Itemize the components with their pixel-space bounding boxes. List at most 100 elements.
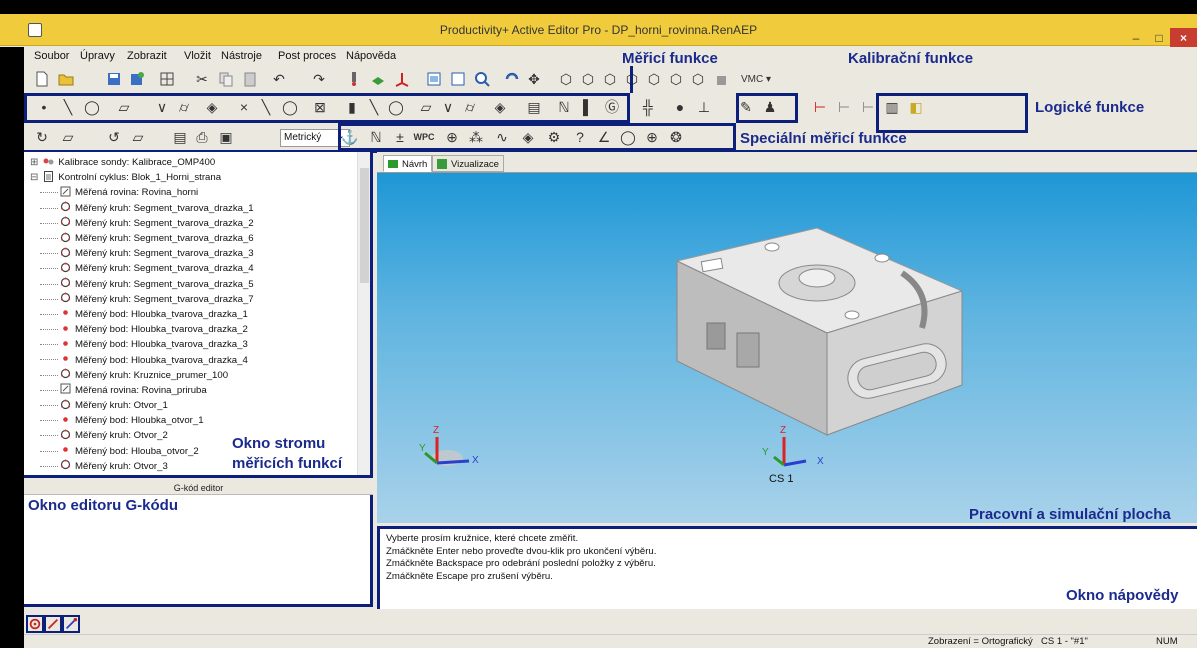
menu-soubor[interactable]: Soubor	[34, 50, 69, 62]
loop-icon[interactable]: ↺	[104, 127, 124, 147]
tree-item-label: Měřený kruh: Segment_tvarova_drazka_2	[75, 217, 254, 229]
circle-icon	[60, 277, 75, 291]
tree-item[interactable]: Měřený kruh: Segment_tvarova_drazka_5	[28, 277, 370, 292]
3d-viewport[interactable]: Z X Y Z X Y CS 1 Pracovní a simulační pl…	[377, 173, 1197, 523]
zoom-window-icon[interactable]	[448, 69, 468, 89]
probe-icon	[43, 156, 58, 170]
tree-item[interactable]: Měřený bod: Hloubka_tvarova_drazka_1	[28, 307, 370, 322]
tree-item[interactable]: Měřený bod: Hloubka_otvor_1	[28, 413, 370, 428]
logic-if-icon[interactable]: ⊢	[810, 97, 830, 117]
menu-post-proces[interactable]: Post proces	[278, 50, 336, 62]
view-iso-6-icon[interactable]: ⬡	[666, 69, 686, 89]
tree-item[interactable]: ⊟ Kontrolní cyklus: Blok_1_Horni_strana	[28, 170, 370, 185]
paste-icon[interactable]	[240, 69, 260, 89]
tree-item-label: Měřený kruh: Segment_tvarova_drazka_1	[75, 202, 254, 214]
vmc-dropdown[interactable]: VMC ▾	[736, 69, 776, 89]
probe-path-icon[interactable]	[44, 615, 62, 633]
menu-napoveda[interactable]: Nápověda	[346, 50, 396, 62]
tree-item-label: Měřený kruh: Segment_tvarova_drazka_6	[75, 233, 254, 245]
tree-scrollbar[interactable]	[357, 152, 370, 475]
tree-item-label: Měřený kruh: Segment_tvarova_drazka_3	[75, 248, 254, 260]
probe-tool-icon[interactable]	[344, 69, 364, 89]
macro-icon[interactable]: ▱	[58, 127, 78, 147]
part-tab-icon	[388, 160, 398, 168]
circle-icon	[60, 429, 75, 443]
maximize-button[interactable]: □	[1148, 28, 1170, 48]
render-mode-icon[interactable]	[712, 69, 732, 89]
tab-navrh[interactable]: Návrh	[383, 155, 433, 172]
tree-item[interactable]: Měřený kruh: Otvor_1	[28, 398, 370, 413]
print-icon[interactable]: ⎙	[192, 127, 212, 147]
cs1-label: CS 1	[769, 473, 794, 485]
tree-item[interactable]: Měřený kruh: Segment_tvarova_drazka_2	[28, 216, 370, 231]
view-iso-1-icon[interactable]: ⬡	[556, 69, 576, 89]
svg-text:X: X	[472, 455, 479, 466]
menu-zobrazit[interactable]: Zobrazit	[127, 50, 167, 62]
logic-end-icon[interactable]: ⊢	[858, 97, 878, 117]
tree-item[interactable]: Měřený kruh: Segment_tvarova_drazka_3	[28, 246, 370, 261]
view-window-icon[interactable]	[424, 69, 444, 89]
menu-vlozit[interactable]: Vložit	[184, 50, 211, 62]
tree-item[interactable]: Měřený bod: Hloubka_tvarova_drazka_2	[28, 322, 370, 337]
tree-item[interactable]: Měřený kruh: Segment_tvarova_drazka_1	[28, 201, 370, 216]
feature-tree-panel: ⊞ Kalibrace sondy: Kalibrace_OMP400 ⊟ Kontr…	[24, 152, 373, 478]
tree-item[interactable]: Měřený bod: Hloubka_tvarova_drazka_3	[28, 337, 370, 352]
view-iso-3-icon[interactable]: ⬡	[600, 69, 620, 89]
save-icon[interactable]	[104, 69, 124, 89]
part-icon[interactable]	[368, 69, 388, 89]
macro-2-icon[interactable]: ▱	[128, 127, 148, 147]
calibration-frame	[736, 93, 798, 123]
view-iso-5-icon[interactable]: ⬡	[644, 69, 664, 89]
close-button[interactable]: ×	[1170, 28, 1197, 48]
refresh-icon[interactable]: ↻	[32, 127, 52, 147]
save-as-icon[interactable]	[127, 69, 147, 89]
transform-icon[interactable]: ╬	[638, 97, 658, 117]
window-title: Productivity+ Active Editor Pro - DP_hor…	[439, 23, 758, 37]
global-axes: Z X Y	[419, 425, 479, 466]
logic-else-icon[interactable]: ⊢	[834, 97, 854, 117]
tree-item[interactable]: Měřená rovina: Rovina_horni	[28, 185, 370, 200]
redo-icon[interactable]: ↷	[309, 69, 329, 89]
tree-item[interactable]: Měřený kruh: Segment_tvarova_drazka_7	[28, 292, 370, 307]
calibrate-tool-icon[interactable]: ⊥	[694, 97, 714, 117]
pan-icon[interactable]: ✥	[524, 69, 544, 89]
view-iso-2-icon[interactable]: ⬡	[578, 69, 598, 89]
tree-item[interactable]: Měřený kruh: Kruznice_prumer_100	[28, 368, 370, 383]
probe-move-icon[interactable]	[62, 615, 80, 633]
rotate-icon[interactable]	[502, 69, 522, 89]
minimize-button[interactable]: –	[1125, 28, 1147, 48]
tree-item[interactable]: Měřená rovina: Rovina_priruba	[28, 383, 370, 398]
calibrate-probe-icon[interactable]: ●	[670, 97, 690, 117]
tree-item[interactable]: ⊞ Kalibrace sondy: Kalibrace_OMP400	[28, 155, 370, 170]
tree-item-label: Měřený bod: Hloubka_tvarova_drazka_1	[75, 308, 248, 320]
menu-upravy[interactable]: Úpravy	[80, 50, 115, 62]
document-icon	[43, 170, 58, 185]
target-probe-icon[interactable]	[26, 615, 44, 633]
grid-icon[interactable]	[157, 69, 177, 89]
new-file-icon[interactable]	[32, 69, 52, 89]
svg-text:Z: Z	[433, 425, 439, 436]
annotation-logic-functions: Logické funkce	[1035, 99, 1145, 116]
tree-item-label: Měřený bod: Hloubka_otvor_1	[75, 415, 204, 427]
tree-scroll-thumb[interactable]	[360, 168, 369, 283]
expand-icon[interactable]: ⊞	[30, 157, 38, 168]
collapse-icon[interactable]: ⊟	[30, 172, 38, 183]
undo-icon[interactable]: ↶	[269, 69, 289, 89]
cut-icon[interactable]: ✂	[192, 69, 212, 89]
workpiece-model[interactable]	[675, 227, 964, 436]
tree-item[interactable]: Měřený kruh: Segment_tvarova_drazka_6	[28, 231, 370, 246]
axes-icon[interactable]	[392, 69, 412, 89]
tree-item-label: Měřený bod: Hlouba_otvor_2	[75, 445, 199, 457]
tree-item[interactable]: Měřený bod: Hloubka_tvarova_drazka_4	[28, 352, 370, 367]
title-bar[interactable]: Productivity+ Active Editor Pro - DP_hor…	[0, 14, 1197, 48]
program-icon[interactable]: ▤	[170, 127, 190, 147]
display-icon[interactable]: ▣	[216, 127, 236, 147]
tab-vizualizace[interactable]: Vizualizace	[432, 155, 504, 172]
tree-item-label: Měřená rovina: Rovina_priruba	[75, 384, 207, 396]
tree-item[interactable]: Měřený kruh: Segment_tvarova_drazka_4	[28, 261, 370, 276]
menu-nastroje[interactable]: Nástroje	[221, 50, 262, 62]
open-folder-icon[interactable]	[56, 69, 76, 89]
zoom-icon[interactable]	[472, 69, 492, 89]
view-iso-7-icon[interactable]: ⬡	[688, 69, 708, 89]
copy-icon[interactable]	[216, 69, 236, 89]
